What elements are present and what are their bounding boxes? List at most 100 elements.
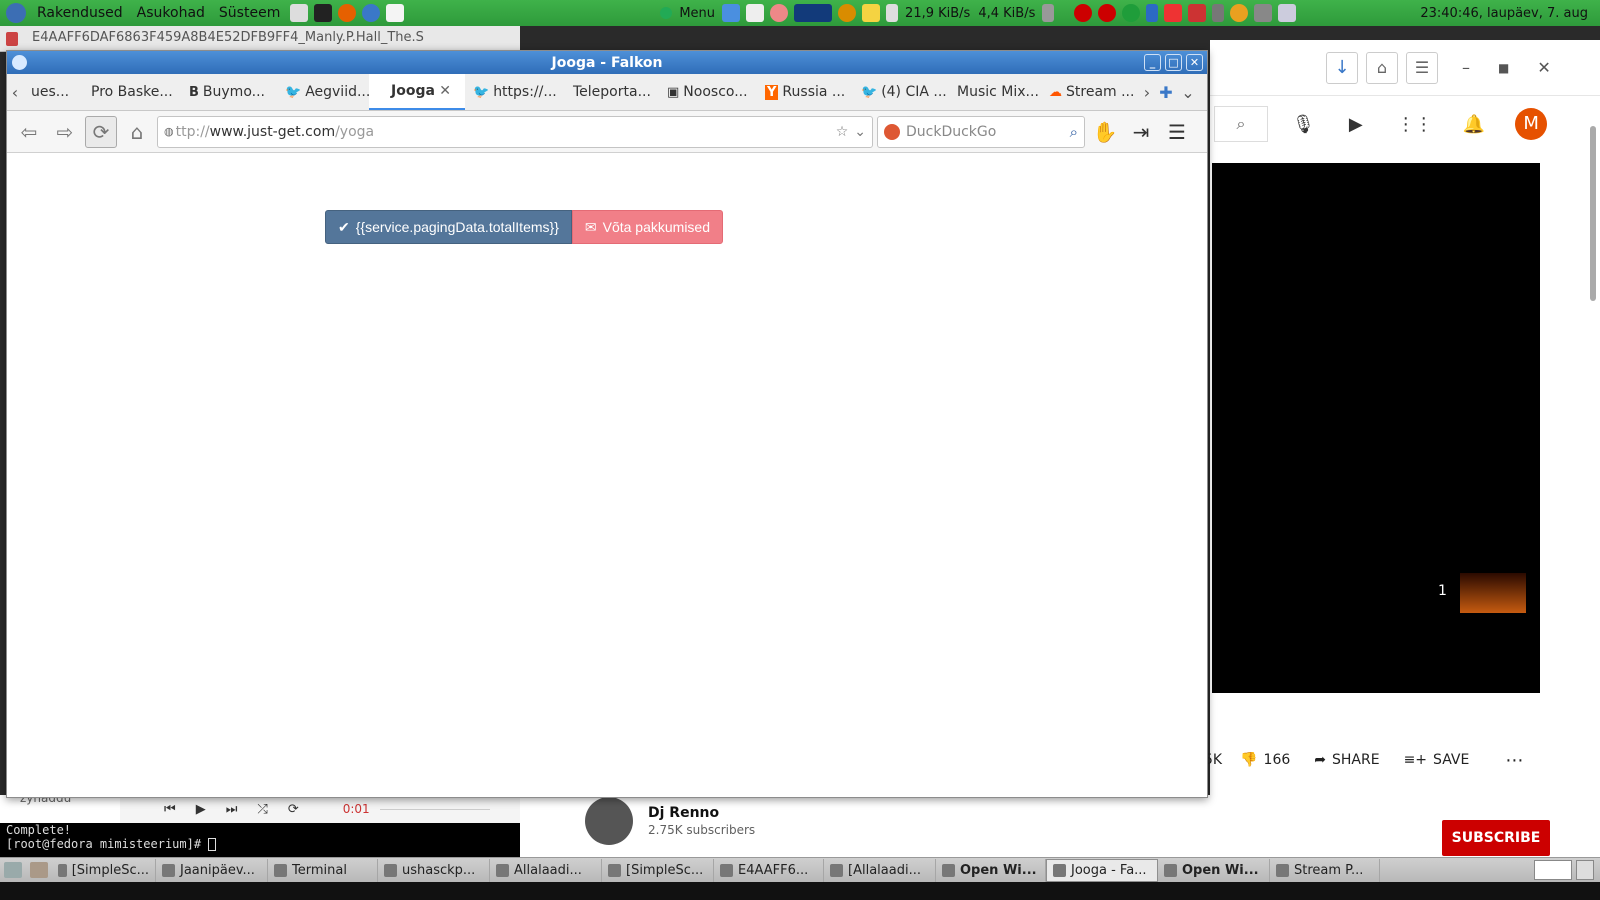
fedora-logo-icon[interactable] — [6, 3, 26, 23]
shield-icon[interactable] — [1164, 4, 1183, 22]
launcher-firefox-icon[interactable] — [338, 4, 357, 22]
dislike-count[interactable]: 166 — [1264, 752, 1291, 768]
search-icon[interactable]: ⌕ — [1214, 106, 1268, 142]
tab[interactable]: 🐦 https://... — [465, 74, 565, 110]
network-icon[interactable] — [1254, 4, 1273, 22]
launcher-thunderbird-icon[interactable] — [362, 4, 381, 22]
total-items-button[interactable]: ✔ {{service.pagingData.totalItems}} — [325, 210, 572, 244]
shuffle-icon[interactable]: ⤮ — [257, 802, 267, 817]
share-icon[interactable]: ➦ — [1314, 752, 1326, 768]
url-history-chevron-down-icon[interactable]: ⌄ — [854, 124, 866, 140]
new-tab-icon[interactable]: ✚ — [1155, 74, 1177, 110]
hamburger-menu-icon[interactable]: ☰ — [1161, 116, 1193, 148]
terminal-window[interactable]: Complete! [root@fedora mimisteerium]# — [0, 823, 520, 857]
scroll-tabs-right-icon[interactable]: › — [1139, 74, 1155, 110]
launcher-terminal-icon[interactable] — [314, 4, 333, 22]
volume-icon[interactable] — [1042, 4, 1055, 22]
taskbar-item[interactable]: Terminal — [268, 858, 378, 882]
minimize-icon[interactable]: _ — [1144, 54, 1161, 71]
subscribe-button[interactable]: SUBSCRIBE — [1442, 820, 1550, 856]
taskbar-item[interactable]: [SimpleSc... — [52, 858, 156, 882]
tab[interactable]: ☁ Stream ... — [1041, 74, 1139, 110]
maximize-icon[interactable]: ■ — [1498, 61, 1509, 75]
search-bar[interactable]: DuckDuckGo ⌕ — [877, 115, 1085, 148]
forward-icon[interactable]: ⇨ — [49, 116, 81, 148]
bookmark-star-icon[interactable]: ☆ — [836, 124, 849, 140]
file-manager-icon[interactable] — [30, 862, 48, 878]
save-button[interactable]: SAVE — [1433, 752, 1469, 768]
bars-icon[interactable] — [1212, 4, 1225, 22]
red-status-icon[interactable] — [1074, 4, 1093, 22]
tab[interactable]: Y Russia ... — [757, 74, 853, 110]
tab[interactable]: Pro Baske... — [83, 74, 181, 110]
launcher-calculator-icon[interactable] — [290, 4, 309, 22]
search-icon[interactable]: ⌕ — [1070, 123, 1078, 141]
clipboard-tray-icon[interactable] — [886, 4, 899, 22]
taskbar-item[interactable]: Open Wi... — [1158, 858, 1270, 882]
menu-applet-icon[interactable] — [660, 7, 673, 19]
apps-grid-icon[interactable]: ⋮⋮ — [1397, 114, 1433, 135]
previous-icon[interactable]: ⏮ — [164, 802, 176, 817]
channel-name[interactable]: Dj Renno — [648, 805, 719, 821]
maximize-icon[interactable]: □ — [1165, 54, 1182, 71]
calendar-icon[interactable] — [1188, 4, 1207, 22]
tab[interactable]: 🐦 (4) CIA ... — [853, 74, 949, 110]
notifications-bell-icon[interactable]: 🔔 — [1463, 114, 1485, 135]
taskbar-item[interactable]: [SimpleSc... — [602, 858, 714, 882]
show-desktop-icon[interactable] — [4, 862, 22, 878]
tab-list-chevron-down-icon[interactable]: ⌄ — [1177, 74, 1199, 110]
battery-icon[interactable] — [1278, 4, 1297, 22]
create-video-icon[interactable]: ▶ — [1349, 114, 1363, 135]
notes-tray-icon[interactable] — [862, 4, 881, 22]
more-icon[interactable]: ⋯ — [1505, 750, 1523, 771]
adblock-hand-icon[interactable]: ✋ — [1089, 116, 1121, 148]
avatar[interactable]: M — [1515, 108, 1548, 140]
tab[interactable]: ▣ Noosco... — [659, 74, 757, 110]
url-bar[interactable]: ◍ ttp://www.just-get.com/yoga ☆ ⌄ — [157, 115, 873, 148]
terminal-prompt[interactable]: [root@fedora mimisteerium]# — [6, 837, 514, 851]
system-monitor-icon[interactable] — [794, 4, 833, 22]
seek-bar[interactable] — [379, 808, 490, 810]
duckduckgo-icon[interactable] — [884, 123, 900, 140]
taskbar-item[interactable]: Open Wi... — [936, 858, 1046, 882]
minimize-icon[interactable]: – — [1462, 58, 1470, 77]
video-player[interactable]: 1 — [1212, 163, 1540, 693]
take-offers-button[interactable]: ✉ Võta pakkumised — [571, 210, 724, 244]
bluetooth-icon[interactable] — [1146, 4, 1159, 22]
clock-tray-icon[interactable] — [770, 4, 789, 22]
close-icon[interactable]: ✕ — [1186, 54, 1203, 71]
save-icon[interactable]: ≡+ — [1404, 752, 1427, 768]
playlist-thumbnail[interactable] — [1460, 573, 1526, 613]
dislike-icon[interactable]: 👎 — [1240, 752, 1257, 768]
workspace-switcher[interactable] — [1534, 860, 1572, 880]
clock[interactable]: 23:40:46, laupäev, 7. aug — [1420, 6, 1588, 21]
background-window-titlebar[interactable]: E4AAFF6DAF6863F459A8B4E52DFB9FF4_Manly.P… — [0, 26, 520, 52]
tab[interactable]: B Buymo... — [181, 74, 277, 110]
taskbar-item[interactable]: ushasckp... — [378, 858, 490, 882]
check-status-icon[interactable] — [1122, 4, 1141, 22]
site-info-icon[interactable]: ◍ — [164, 125, 174, 138]
window-titlebar[interactable]: Jooga - Falkon _ □ ✕ — [7, 51, 1207, 74]
tab[interactable]: 🐦 Aegviid... — [277, 74, 370, 110]
repeat-icon[interactable]: ⟳ — [288, 802, 299, 817]
tab[interactable]: Teleporta... — [565, 74, 659, 110]
reload-icon[interactable]: ⟳ — [85, 115, 117, 148]
scrollbar[interactable] — [1590, 126, 1596, 301]
launcher-editor-icon[interactable] — [386, 4, 405, 22]
hamburger-menu-icon[interactable]: ☰ — [1406, 51, 1438, 84]
scroll-tabs-left-icon[interactable]: ‹ — [7, 74, 23, 110]
smiley-icon[interactable] — [1230, 4, 1249, 22]
applications-menu[interactable]: Rakendused — [30, 0, 130, 26]
channel-avatar[interactable] — [585, 797, 633, 845]
close-icon[interactable]: ✕ — [1537, 58, 1550, 77]
taskbar-item[interactable]: Jaanipäev... — [156, 858, 268, 882]
places-menu[interactable]: Asukohad — [130, 0, 212, 26]
home-icon[interactable]: ⌂ — [121, 116, 153, 148]
search-tray-icon[interactable] — [838, 4, 857, 22]
microphone-icon[interactable]: 🎙 — [1292, 114, 1315, 135]
workspace-switcher-2[interactable] — [1576, 860, 1594, 880]
sidebar-toggle-icon[interactable]: ⇥ — [1125, 116, 1157, 148]
home-icon[interactable]: ⌂ — [1366, 51, 1398, 84]
taskbar-item[interactable]: Jooga - Fa... — [1046, 858, 1158, 882]
taskbar-item[interactable]: E4AAFF6... — [714, 858, 824, 882]
